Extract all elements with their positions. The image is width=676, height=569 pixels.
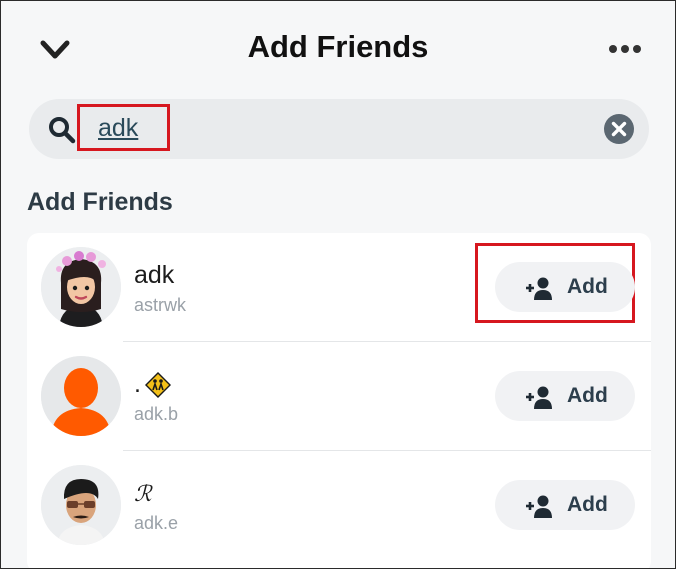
bitmoji-man-avatar xyxy=(41,465,121,545)
display-name: adk xyxy=(134,261,175,289)
section-title: Add Friends xyxy=(27,188,173,216)
list-item[interactable]: ℛ adk.e Add xyxy=(27,451,651,560)
add-friend-button[interactable]: Add xyxy=(495,480,635,530)
clear-icon[interactable] xyxy=(603,113,635,145)
school-crossing-emoji xyxy=(144,371,172,399)
search-icon xyxy=(47,115,77,145)
app-screen: Add Friends adk Add Friends adk astrwk A… xyxy=(0,0,676,569)
add-friend-button[interactable]: Add xyxy=(495,371,635,421)
add-user-icon xyxy=(525,494,553,518)
username: adk.e xyxy=(134,513,179,533)
bitmoji-woman-avatar xyxy=(41,247,121,327)
search-bar[interactable]: adk xyxy=(29,99,649,159)
add-button-label: Add xyxy=(567,493,608,516)
add-button-label: Add xyxy=(567,384,608,407)
list-item[interactable]: adk astrwk Add xyxy=(27,233,651,342)
username: astrwk xyxy=(134,295,187,315)
username: adk.b xyxy=(134,404,179,424)
add-user-icon xyxy=(525,276,553,300)
friend-list: adk astrwk Add . adk.b Add ℛ adk.e Add xyxy=(27,233,651,568)
display-name: . xyxy=(134,370,141,398)
add-friend-button[interactable]: Add xyxy=(495,262,635,312)
search-input-highlight: adk xyxy=(77,104,170,151)
page-title: Add Friends xyxy=(247,29,429,64)
add-user-icon xyxy=(525,385,553,409)
search-input[interactable]: adk xyxy=(98,114,138,143)
more-horizontal-icon[interactable] xyxy=(605,39,645,59)
add-button-label: Add xyxy=(567,275,608,298)
display-name: ℛ xyxy=(134,481,152,506)
list-item[interactable]: . adk.b Add xyxy=(27,342,651,451)
default-silhouette-avatar xyxy=(41,356,121,436)
header: Add Friends xyxy=(1,1,675,97)
